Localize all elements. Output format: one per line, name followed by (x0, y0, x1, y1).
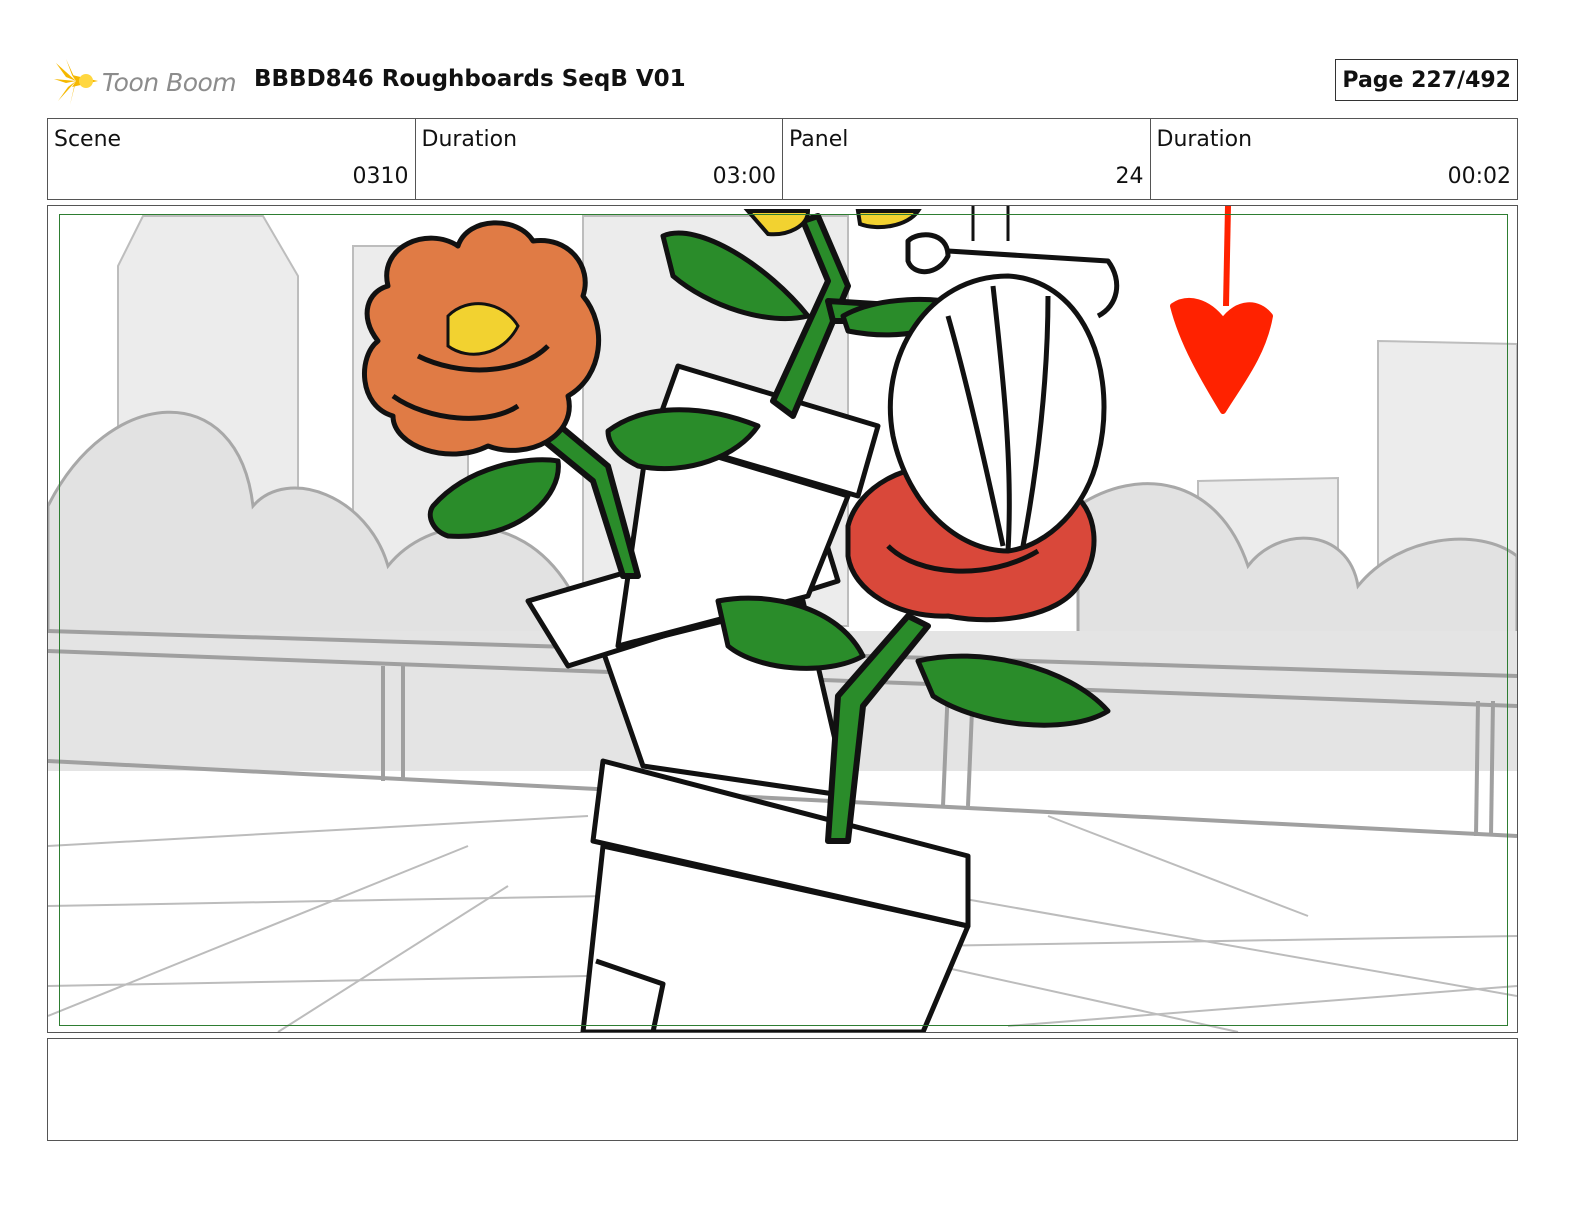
storyboard-sketch-image (48, 206, 1517, 1032)
scene-cell: Scene 0310 (48, 119, 416, 199)
scene-duration-value: 03:00 (712, 164, 776, 189)
panel-value: 24 (1115, 164, 1144, 189)
scene-value: 0310 (352, 164, 409, 189)
scene-duration-label: Duration (421, 127, 518, 152)
page-number-box: Page 227/492 (1335, 59, 1518, 101)
toon-boom-logo: Toon Boom (52, 56, 237, 108)
storyboard-panel (47, 205, 1518, 1033)
logo-text: Toon Boom (102, 67, 237, 97)
notes-box[interactable] (47, 1038, 1518, 1141)
starburst-logo-icon (54, 59, 98, 105)
panel-label: Panel (789, 127, 849, 152)
panel-info-table: Scene 0310 Duration 03:00 Panel 24 Durat… (47, 118, 1518, 200)
scene-label: Scene (54, 127, 122, 152)
page-header: Toon Boom BBBD846 Roughboards SeqB V01 P… (52, 56, 1518, 108)
panel-duration-value: 00:02 (1447, 164, 1511, 189)
page-number: Page 227/492 (1342, 67, 1511, 93)
panel-cell: Panel 24 (783, 119, 1151, 199)
panel-duration-label: Duration (1156, 127, 1253, 152)
panel-duration-cell: Duration 00:02 (1151, 119, 1518, 199)
scene-duration-cell: Duration 03:00 (416, 119, 783, 199)
project-title: BBBD846 Roughboards SeqB V01 (254, 66, 686, 92)
